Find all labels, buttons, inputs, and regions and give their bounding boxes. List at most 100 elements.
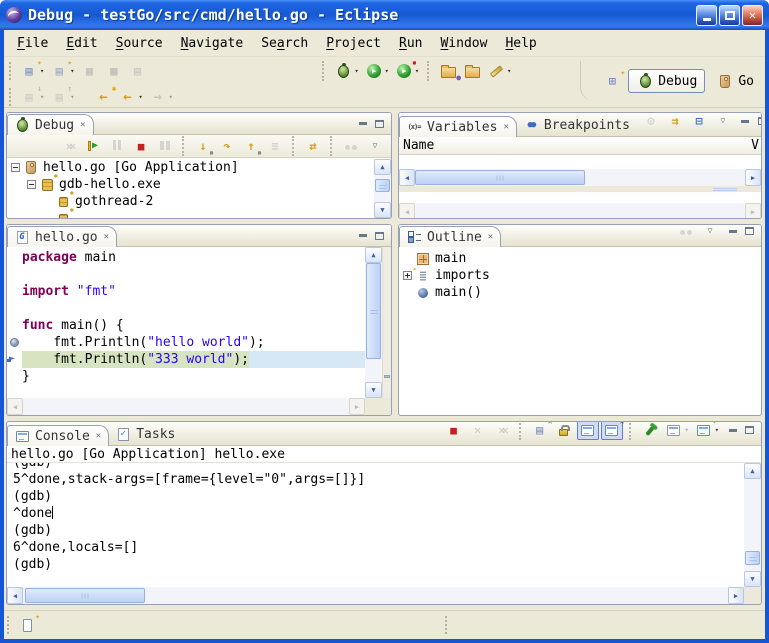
editor-gutter[interactable] — [7, 334, 22, 351]
scroll-right-button[interactable]: ▶ — [745, 203, 761, 219]
menu-help[interactable]: Help — [496, 33, 545, 54]
terminate-button[interactable]: ■ — [443, 421, 465, 440]
toolbar-drag-handle[interactable] — [9, 62, 12, 80]
variables-tree-area[interactable] — [399, 155, 761, 169]
outline-item[interactable]: ≣◂imports — [399, 267, 761, 284]
clear-console-button[interactable]: ▤✕ — [529, 421, 551, 440]
menu-search[interactable]: Search — [252, 33, 317, 54]
step-filters-button[interactable]: ≡ — [264, 136, 286, 156]
terminate-button[interactable]: ■ — [130, 136, 152, 156]
step-into-button[interactable]: ↓▪ — [192, 136, 214, 156]
dropdown-arrow-icon[interactable]: ▾ — [138, 93, 142, 101]
view-menu-button[interactable]: ▽ — [364, 136, 386, 156]
tree-expander-icon[interactable] — [11, 163, 20, 172]
maximize-view-button[interactable] — [373, 230, 386, 241]
scrollbar-track[interactable] — [415, 169, 745, 186]
perspective-go-button[interactable]: Go — [709, 70, 761, 92]
menu-run[interactable]: Run — [390, 33, 431, 54]
scroll-left-button[interactable]: ◀ — [7, 587, 23, 604]
remove-all-terminated-button[interactable]: ✕✕ — [58, 136, 80, 156]
close-tab-icon[interactable]: ✕ — [503, 122, 508, 132]
tab-tasks[interactable]: ✓Tasks — [109, 424, 182, 445]
variables-detail-pane[interactable] — [399, 192, 761, 203]
variables-detail-hscrollbar[interactable]: ◀▶ — [399, 203, 761, 219]
editor-vscrollbar[interactable]: ▲▼ — [365, 247, 382, 398]
dropdown-arrow-icon[interactable]: ▾ — [385, 67, 389, 75]
menu-file[interactable]: File — [8, 33, 57, 54]
perspective-debug-button[interactable]: Debug — [628, 69, 705, 93]
maximize-view-button[interactable] — [743, 425, 756, 436]
tree-expander-icon[interactable] — [27, 180, 36, 189]
overview-ruler[interactable] — [382, 247, 391, 398]
debug-tree-scrollbar[interactable]: ▲▼ — [374, 159, 391, 218]
tab-debug[interactable]: Debug ✕ — [7, 114, 94, 135]
dropdown-arrow-icon[interactable]: ▾ — [40, 67, 44, 75]
toolbar-drag-handle[interactable] — [9, 88, 12, 106]
debug-tree-item[interactable]: ✱ — [7, 210, 374, 218]
tab-console[interactable]: Console✕ — [7, 425, 109, 446]
resume-button[interactable]: ▶ — [82, 136, 104, 156]
scrollbar-thumb[interactable] — [366, 263, 381, 359]
external-tools-button[interactable]: ▪▾ — [393, 61, 421, 81]
previous-annotation-button[interactable]: ▤↑▾ — [48, 87, 76, 107]
dropdown-arrow-icon[interactable]: ▾ — [70, 93, 74, 101]
close-tab-icon[interactable]: ✕ — [80, 120, 85, 130]
editor-gutter[interactable] — [7, 266, 22, 283]
search-button[interactable]: ▾ — [485, 61, 513, 81]
step-return-button[interactable]: ↑▪ — [240, 136, 262, 156]
value-column-header[interactable]: V — [751, 138, 759, 153]
tab-variables[interactable]: (x)=Variables✕ — [399, 116, 517, 137]
drop-to-frame-button[interactable]: ⇄ — [302, 136, 324, 156]
scrollbar-track[interactable] — [23, 398, 349, 415]
scroll-up-button[interactable]: ▲ — [365, 247, 382, 263]
variables-detail-sash[interactable] — [399, 186, 761, 192]
tab-hello-go[interactable]: G hello.go ✕ — [7, 226, 117, 247]
print-button[interactable]: ▤ — [126, 61, 148, 81]
scrollbar-track[interactable] — [374, 175, 391, 202]
outline-misc-button[interactable] — [675, 224, 697, 241]
open-resource-button[interactable] — [461, 61, 483, 81]
save-all-button[interactable]: ▦▦ — [102, 61, 124, 81]
variables-column-header[interactable]: Name V — [399, 137, 761, 155]
scrollbar-track[interactable] — [365, 263, 382, 382]
debug-misc-button[interactable] — [340, 136, 362, 156]
editor-gutter[interactable]: ► — [7, 351, 22, 368]
scrollbar-thumb[interactable] — [375, 179, 390, 192]
debug-button[interactable]: ▾ — [332, 61, 360, 81]
next-annotation-button[interactable]: ▤↓▾ — [18, 87, 46, 107]
minimize-view-button[interactable] — [739, 116, 752, 127]
view-menu-button[interactable]: ▽ — [699, 224, 721, 241]
menu-project[interactable]: Project — [317, 33, 390, 54]
dropdown-arrow-icon[interactable]: ▾ — [507, 67, 511, 75]
debug-tree-item[interactable]: ✱gothread-2 — [7, 193, 374, 210]
scrollbar-thumb[interactable] — [745, 551, 760, 565]
scroll-left-button[interactable]: ◀ — [399, 203, 415, 219]
code-editor-area[interactable]: package mainimport "fmt"func main() { fm… — [7, 247, 365, 398]
scroll-right-button[interactable]: ▶ — [349, 398, 365, 415]
scrollbar-thumb[interactable] — [25, 588, 145, 603]
collapse-all-button[interactable]: ⊟ — [688, 112, 710, 131]
scrollbar-track[interactable] — [744, 479, 761, 571]
close-tab-icon[interactable]: ✕ — [96, 431, 101, 441]
menu-source[interactable]: Source — [107, 33, 172, 54]
variables-hscrollbar[interactable]: ◀▶ — [399, 169, 761, 186]
console-vscrollbar[interactable]: ▲▼ — [744, 463, 761, 587]
debug-tree-item[interactable]: ✱gdb-hello.exe — [7, 176, 374, 193]
display-console-button[interactable]: ▾ — [663, 421, 691, 440]
scroll-lock-button[interactable] — [553, 421, 575, 440]
tab-outline[interactable]: Outline ✕ — [399, 226, 501, 247]
scroll-right-button[interactable]: ▶ — [728, 587, 744, 604]
pin-console-button[interactable] — [639, 421, 661, 440]
dropdown-arrow-icon[interactable]: ▾ — [685, 426, 689, 434]
fast-view-button[interactable]: ✦ — [16, 615, 38, 635]
run-button[interactable]: ▾ — [363, 61, 391, 81]
menu-window[interactable]: Window — [431, 33, 496, 54]
breakpoint-marker-icon[interactable] — [10, 338, 19, 347]
scroll-down-button[interactable]: ▼ — [365, 382, 382, 398]
editor-hscrollbar[interactable]: ◀▶ — [7, 398, 365, 415]
new-button[interactable]: ▤✦▾ — [18, 61, 46, 81]
scrollbar-track[interactable] — [23, 587, 728, 604]
outline-item[interactable]: main — [399, 250, 761, 267]
open-console-button[interactable]: ✦▾ — [693, 421, 721, 440]
console-output-area[interactable]: (gdb)5^done,stack-args=[frame={level="0"… — [7, 463, 744, 587]
